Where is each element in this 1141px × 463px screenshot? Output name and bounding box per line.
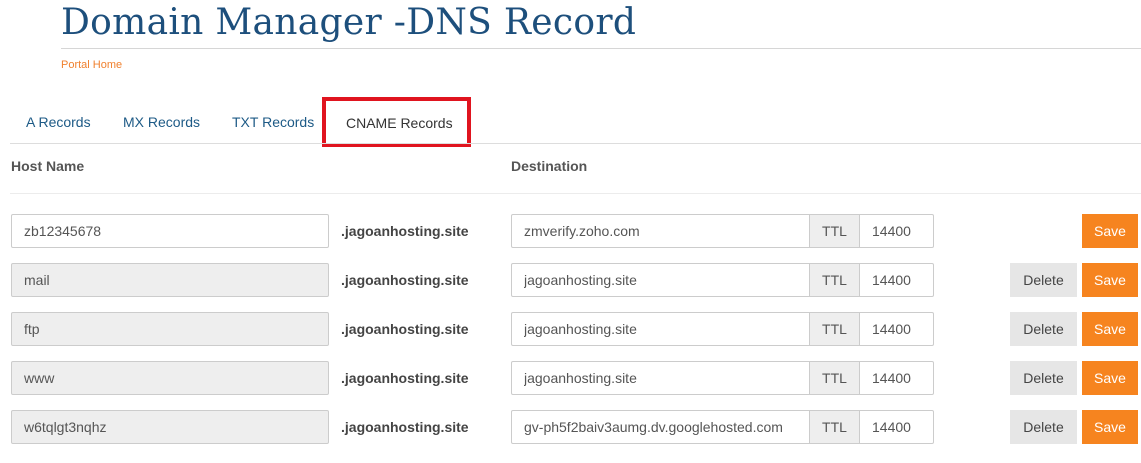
- host-name-input[interactable]: [11, 410, 329, 444]
- destination-input[interactable]: [511, 410, 810, 444]
- domain-suffix: .jagoanhosting.site: [341, 419, 469, 435]
- record-type-tabs: A Records MX Records TXT Records CNAME R…: [10, 97, 1141, 147]
- record-row: .jagoanhosting.site TTL Save: [0, 214, 1141, 248]
- column-header-destination: Destination: [511, 158, 588, 174]
- ttl-input[interactable]: [859, 214, 934, 248]
- domain-suffix: .jagoanhosting.site: [341, 223, 469, 239]
- page-title: Domain Manager -DNS Record: [61, 2, 637, 43]
- ttl-label: TTL: [809, 410, 860, 444]
- destination-input[interactable]: [511, 214, 810, 248]
- ttl-input[interactable]: [859, 410, 934, 444]
- delete-button[interactable]: Delete: [1010, 361, 1077, 395]
- ttl-label: TTL: [809, 263, 860, 297]
- save-button[interactable]: Save: [1082, 361, 1138, 395]
- ttl-input[interactable]: [859, 263, 934, 297]
- host-name-input[interactable]: [11, 312, 329, 346]
- dns-manager-page: Domain Manager -DNS Record Portal Home A…: [0, 0, 1141, 463]
- save-button[interactable]: Save: [1082, 410, 1138, 444]
- delete-button[interactable]: Delete: [1010, 312, 1077, 346]
- host-name-input[interactable]: [11, 214, 329, 248]
- destination-input[interactable]: [511, 263, 810, 297]
- delete-button[interactable]: Delete: [1010, 410, 1077, 444]
- ttl-label: TTL: [809, 361, 860, 395]
- domain-suffix: .jagoanhosting.site: [341, 321, 469, 337]
- record-row: .jagoanhosting.site TTL DeleteSave: [0, 312, 1141, 346]
- destination-input[interactable]: [511, 361, 810, 395]
- delete-button[interactable]: Delete: [1010, 263, 1077, 297]
- ttl-label: TTL: [809, 214, 860, 248]
- record-row: .jagoanhosting.site TTL DeleteSave: [0, 410, 1141, 444]
- breadcrumb-portal-home[interactable]: Portal Home: [61, 59, 122, 71]
- host-name-input[interactable]: [11, 263, 329, 297]
- save-button[interactable]: Save: [1082, 312, 1138, 346]
- save-button[interactable]: Save: [1082, 214, 1138, 248]
- ttl-input[interactable]: [859, 312, 934, 346]
- header-divider: [10, 193, 1141, 194]
- tab-txt-records[interactable]: TXT Records: [232, 100, 314, 144]
- domain-suffix: .jagoanhosting.site: [341, 370, 469, 386]
- tab-a-records[interactable]: A Records: [26, 100, 91, 144]
- record-row: .jagoanhosting.site TTL DeleteSave: [0, 263, 1141, 297]
- column-header-host: Host Name: [11, 158, 85, 174]
- title-divider: [61, 48, 1141, 49]
- destination-input[interactable]: [511, 312, 810, 346]
- ttl-input[interactable]: [859, 361, 934, 395]
- tab-mx-records[interactable]: MX Records: [123, 100, 200, 144]
- save-button[interactable]: Save: [1082, 263, 1138, 297]
- tab-cname-records[interactable]: CNAME Records: [322, 97, 471, 147]
- record-row: .jagoanhosting.site TTL DeleteSave: [0, 361, 1141, 395]
- ttl-label: TTL: [809, 312, 860, 346]
- domain-suffix: .jagoanhosting.site: [341, 272, 469, 288]
- host-name-input[interactable]: [11, 361, 329, 395]
- tabs-divider: [10, 143, 1141, 144]
